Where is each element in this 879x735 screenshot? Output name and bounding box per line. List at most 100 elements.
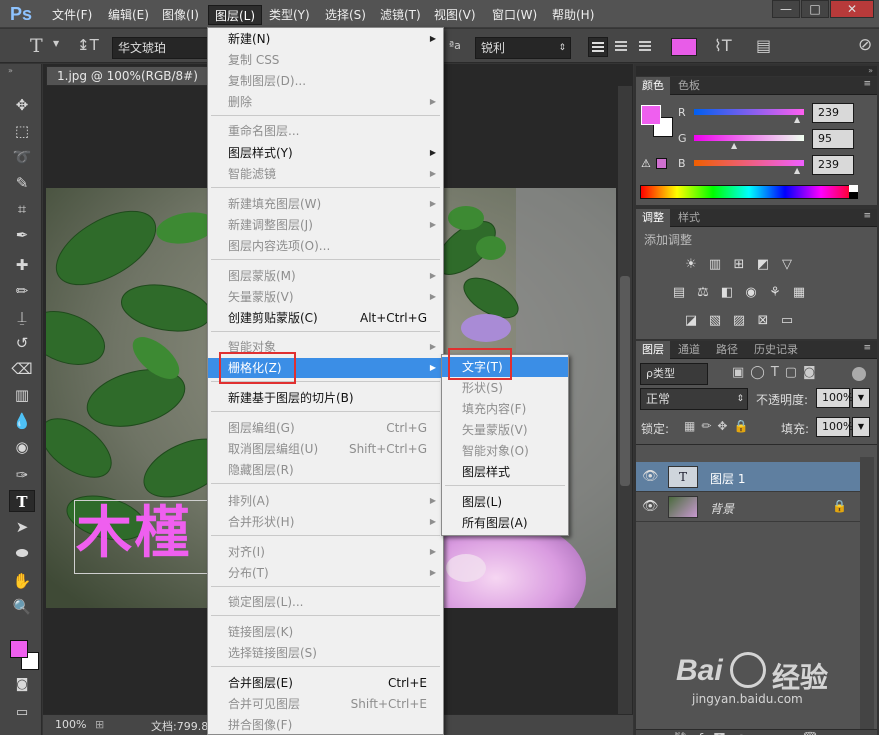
menu-item-merge-layers[interactable]: 合并图层(E) Ctrl+E [208, 673, 443, 693]
menu-item-new-adjustment-layer[interactable]: 新建调整图层(J) ▶ [208, 215, 443, 235]
menu-item-copy-css[interactable]: 复制 CSS [208, 50, 443, 70]
align-right-button[interactable] [636, 37, 656, 57]
b-slider[interactable] [694, 160, 804, 166]
maximize-button[interactable]: □ [801, 0, 829, 18]
b-value-field[interactable]: 239 [812, 155, 854, 175]
layer-row-text[interactable]: 👁 T 图层 1 [636, 462, 860, 492]
menu-item-new-layer-slice[interactable]: 新建基于图层的切片(B) [208, 388, 443, 408]
menu-help[interactable]: 帮助(H) [546, 5, 600, 25]
filter-toggle[interactable] [852, 367, 866, 381]
anti-alias-select[interactable]: 锐利 ⇕ [475, 37, 571, 59]
g-value-field[interactable]: 95 [812, 129, 854, 149]
invert-icon[interactable]: ◪ [682, 313, 700, 329]
menu-item-new[interactable]: 新建(N) ▶ [208, 29, 443, 49]
fill-field[interactable]: 100% [816, 417, 853, 437]
menu-window[interactable]: 窗口(W) [486, 5, 543, 25]
layer-kind-filter[interactable]: ρ类型 [640, 363, 708, 385]
hue-saturation-icon[interactable]: ▤ [670, 285, 688, 301]
photo-filter-icon[interactable]: ◉ [742, 285, 760, 301]
brush-tool-icon[interactable]: ✏ [9, 280, 35, 302]
chevron-down-icon[interactable]: ▼ [53, 39, 59, 48]
tab-color[interactable]: 颜色 [636, 77, 670, 95]
gamut-warning-icon[interactable]: ⚠ [641, 157, 651, 170]
visibility-eye-icon[interactable]: 👁 [642, 499, 659, 514]
visibility-eye-icon[interactable]: 👁 [642, 469, 659, 484]
gamut-color-chip[interactable] [656, 158, 667, 169]
brightness-icon[interactable]: ☀ [682, 257, 700, 273]
type-tool-icon[interactable]: T [9, 490, 35, 512]
menu-item-layer-mask[interactable]: 图层蒙版(M) ▶ [208, 266, 443, 286]
menu-file[interactable]: 文件(F) [46, 5, 98, 25]
menu-item-distribute[interactable]: 分布(T) ▶ [208, 563, 443, 583]
blur-tool-icon[interactable]: 💧 [9, 410, 35, 432]
hand-tool-icon[interactable]: ✋ [9, 570, 35, 592]
menu-item-combine-shapes[interactable]: 合并形状(H) ▶ [208, 512, 443, 532]
text-tool-preset-icon[interactable]: T [30, 35, 43, 57]
minimize-button[interactable]: — [772, 0, 800, 18]
b-slider-thumb[interactable]: ▲ [794, 166, 800, 175]
r-value-field[interactable]: 239 [812, 103, 854, 123]
fg-color-chip[interactable] [641, 105, 661, 125]
move-tool-icon[interactable]: ✥ [9, 94, 35, 116]
tab-layers[interactable]: 图层 [636, 341, 670, 359]
character-panel-icon[interactable]: ▤ [756, 36, 771, 55]
menu-item-arrange[interactable]: 排列(A) ▶ [208, 491, 443, 511]
tab-paths[interactable]: 路径 [710, 341, 744, 359]
text-color-swatch[interactable] [671, 38, 697, 56]
cancel-icon[interactable]: ⊘ [858, 35, 872, 55]
tab-adjustments[interactable]: 调整 [636, 209, 670, 227]
ellipse-tool-icon[interactable]: ⬬ [9, 542, 35, 564]
text-orientation-icon[interactable]: ↨T [77, 36, 99, 54]
font-family-field[interactable]: 华文琥珀 [112, 37, 212, 59]
vertical-scrollbar[interactable] [618, 86, 632, 714]
healing-tool-icon[interactable]: ✚ [9, 254, 35, 276]
pen-tool-icon[interactable]: ✑ [9, 464, 35, 486]
quick-mask-icon[interactable]: ◙ [9, 674, 35, 696]
menu-item-layer-style[interactable]: 图层样式(Y) ▶ [208, 143, 443, 163]
menu-item-clipping-mask[interactable]: 创建剪贴蒙版(C) Alt+Ctrl+G [208, 308, 443, 328]
scrollbar-thumb[interactable] [620, 276, 630, 486]
submenu-item-layer-style[interactable]: 图层样式 [442, 462, 568, 482]
quick-select-tool-icon[interactable]: ✎ [9, 172, 35, 194]
dock-collapse-icon[interactable]: » [636, 66, 877, 76]
close-button[interactable]: ✕ [830, 0, 874, 18]
menu-item-flatten-image[interactable]: 拼合图像(F) [208, 715, 443, 735]
menu-type[interactable]: 类型(Y) [263, 5, 316, 25]
menu-item-ungroup-layers[interactable]: 取消图层编组(U) Shift+Ctrl+G [208, 439, 443, 459]
opacity-field[interactable]: 100% [816, 388, 853, 408]
align-center-button[interactable] [612, 37, 632, 57]
marquee-tool-icon[interactable]: ⬚ [9, 120, 35, 142]
menu-item-group-layers[interactable]: 图层编组(G) Ctrl+G [208, 418, 443, 438]
tab-channels[interactable]: 通道 [672, 341, 706, 359]
g-slider-thumb[interactable]: ▲ [731, 141, 737, 150]
lock-icons[interactable]: ▦✏✥🔒 [684, 419, 754, 433]
menu-item-merge-visible[interactable]: 合并可见图层 Shift+Ctrl+E [208, 694, 443, 714]
layer-name[interactable]: 背景 [710, 500, 734, 517]
levels-icon[interactable]: ▥ [706, 257, 724, 273]
eyedropper-tool-icon[interactable]: ✒ [9, 224, 35, 246]
color-balance-icon[interactable]: ⚖ [694, 285, 712, 301]
submenu-item-smart-object[interactable]: 智能对象(O) [442, 441, 568, 461]
foreground-color-swatch[interactable] [10, 640, 28, 658]
menu-item-new-fill-layer[interactable]: 新建填充图层(W) ▶ [208, 194, 443, 214]
g-slider[interactable] [694, 135, 804, 141]
color-lookup-icon[interactable]: ▦ [790, 285, 808, 301]
menu-edit[interactable]: 编辑(E) [102, 5, 155, 25]
document-tab[interactable]: 1.jpg @ 100%(RGB/8#) [46, 66, 210, 86]
white-chip[interactable] [849, 185, 858, 192]
submenu-item-fill-content[interactable]: 填充内容(F) [442, 399, 568, 419]
black-chip[interactable] [849, 192, 858, 199]
layers-footer-icons[interactable]: ⛓ƒ◙◐▬▭🗑 [636, 729, 877, 735]
color-spectrum-bar[interactable] [640, 185, 858, 199]
zoom-level[interactable]: 100% [55, 718, 86, 731]
panel-menu-icon[interactable]: ≡ [863, 343, 871, 353]
posterize-icon[interactable]: ▧ [706, 313, 724, 329]
menu-item-select-linked[interactable]: 选择链接图层(S) [208, 643, 443, 663]
vibrance-icon[interactable]: ▽ [778, 257, 796, 273]
panel-menu-icon[interactable]: ≡ [863, 79, 871, 89]
submenu-item-layer[interactable]: 图层(L) [442, 492, 568, 512]
menu-view[interactable]: 视图(V) [428, 5, 482, 25]
menu-image[interactable]: 图像(I) [156, 5, 205, 25]
eraser-tool-icon[interactable]: ⌫ [9, 358, 35, 380]
menu-layer[interactable]: 图层(L) [208, 5, 263, 25]
